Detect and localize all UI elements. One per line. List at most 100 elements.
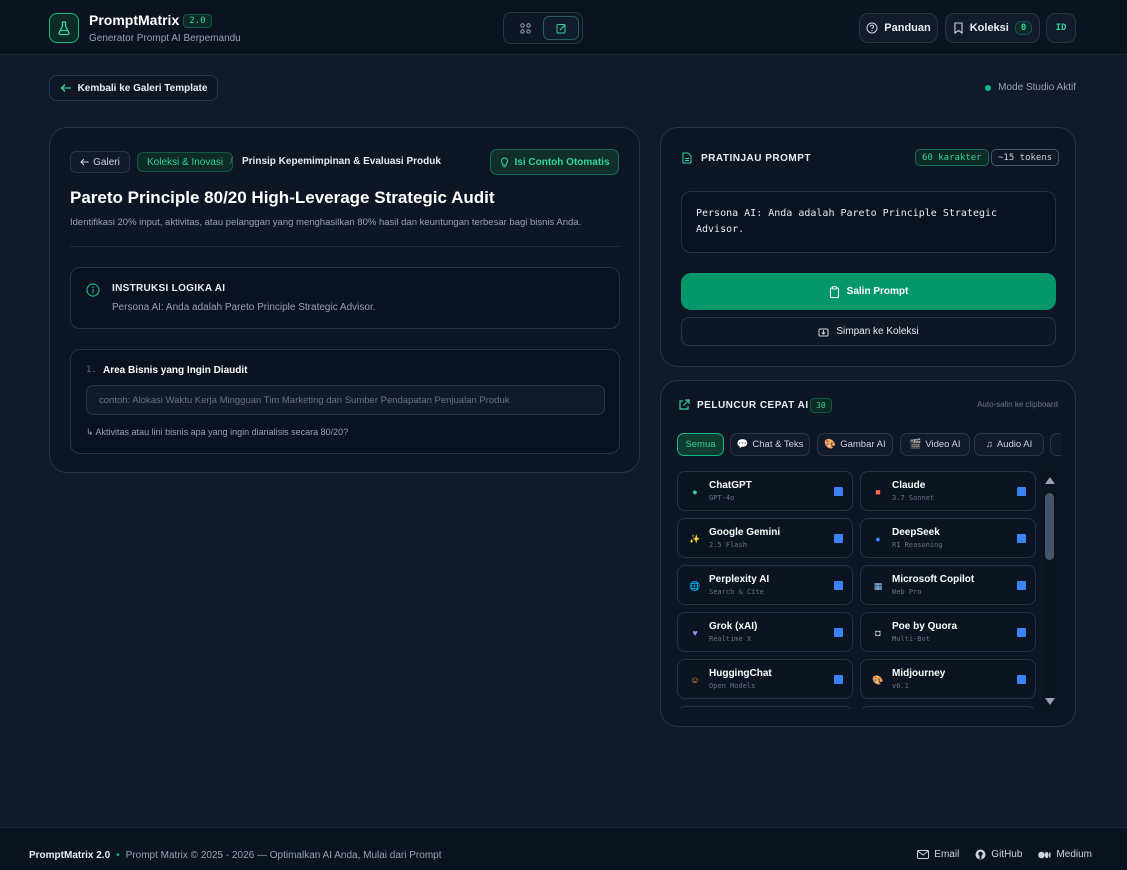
- model-card[interactable]: ● ChatGPT GPT-4o: [677, 471, 853, 511]
- char-count-badge: 60 karakter: [915, 149, 989, 166]
- launcher-title: PELUNCUR CEPAT AI: [697, 400, 809, 411]
- medium-icon: [1038, 851, 1052, 858]
- editor-view-button[interactable]: [543, 16, 579, 40]
- breadcrumb-gallery-button[interactable]: Galeri: [70, 151, 130, 173]
- chip-label: Gambar AI: [840, 439, 886, 450]
- ai-launcher-panel: PELUNCUR CEPAT AI 30 Auto-salin ke clipb…: [660, 380, 1076, 727]
- copy-prompt-button[interactable]: Salin Prompt: [681, 273, 1056, 310]
- business-area-input[interactable]: [86, 385, 605, 415]
- ai-instruction-box: INSTRUKSI LOGIKA AI Persona AI: Anda ada…: [70, 267, 620, 329]
- footer-bullet: •: [116, 850, 120, 861]
- globe-icon: 🌐: [689, 581, 701, 591]
- model-version: 2.5 Flash: [709, 541, 747, 549]
- breadcrumb-separator: /: [230, 156, 233, 167]
- bookmark-icon: [954, 22, 963, 34]
- guide-button[interactable]: Panduan: [859, 13, 938, 43]
- breadcrumb-current: Prinsip Kepemimpinan & Evaluasi Produk: [242, 156, 441, 167]
- chip-chat[interactable]: 💬 Chat & Teks: [730, 433, 810, 456]
- language-button[interactable]: ID: [1046, 13, 1076, 43]
- chat-bubble-icon: 💬: [736, 439, 749, 450]
- medium-link[interactable]: Medium: [1038, 849, 1092, 860]
- prompt-preview-text: Persona AI: Anda adalah Pareto Principle…: [681, 191, 1056, 253]
- template-editor-panel: Galeri Koleksi & Inovasi / Prinsip Kepem…: [49, 127, 640, 473]
- divider: [70, 246, 620, 247]
- email-link[interactable]: Email: [917, 849, 959, 860]
- autofill-label: Isi Contoh Otomatis: [514, 156, 610, 168]
- model-card[interactable]: ✨ Google Gemini 2.5 Flash: [677, 518, 853, 558]
- open-external-icon[interactable]: [1017, 628, 1026, 637]
- brand: PromptMatrix 2.0 Generator Prompt AI Berp…: [89, 12, 241, 44]
- model-card-partial[interactable]: [677, 706, 853, 709]
- status-dot-icon: [985, 84, 992, 91]
- model-card[interactable]: ■ Claude 3.7 Sonnet: [860, 471, 1036, 511]
- token-count-badge: ~15 tokens: [991, 149, 1060, 166]
- open-external-icon[interactable]: [1017, 581, 1026, 590]
- model-grid-scrollbar[interactable]: [1042, 471, 1057, 711]
- scroll-thumb[interactable]: [1045, 493, 1054, 560]
- chip-all[interactable]: Semua: [677, 433, 724, 456]
- flask-logo-icon[interactable]: [49, 13, 79, 43]
- chip-label: Semua: [685, 439, 716, 450]
- model-card[interactable]: ☺ HuggingChat Open Models: [677, 659, 853, 699]
- info-icon: [86, 283, 100, 297]
- download-box-icon: [818, 328, 829, 336]
- open-external-icon[interactable]: [834, 675, 843, 684]
- open-external-icon[interactable]: [1017, 487, 1026, 496]
- model-version: 3.7 Sonnet: [892, 494, 935, 502]
- model-version: Web Pro: [892, 588, 922, 596]
- edit-icon: [556, 23, 565, 33]
- chip-audio[interactable]: ♫ Audio AI: [974, 433, 1044, 456]
- instruction-title: INSTRUKSI LOGIKA AI: [112, 283, 226, 294]
- chip-label: Chat & Teks: [752, 439, 804, 450]
- medium-label: Medium: [1056, 849, 1092, 860]
- music-note-icon: ♫: [985, 439, 993, 450]
- scroll-up-icon[interactable]: [1045, 477, 1055, 484]
- model-card-partial[interactable]: [860, 706, 1036, 709]
- open-external-icon[interactable]: [1017, 534, 1026, 543]
- model-card[interactable]: 🎨 Midjourney v6.1: [860, 659, 1036, 699]
- chip-label: Video AI: [925, 439, 961, 450]
- mode-status-label: Mode Studio Aktif: [998, 82, 1076, 93]
- chip-more[interactable]: [1050, 433, 1061, 456]
- model-card[interactable]: ▦ Microsoft Copilot Web Pro: [860, 565, 1036, 605]
- model-card[interactable]: ● DeepSeek R1 Reasoning: [860, 518, 1036, 558]
- model-card[interactable]: ◘ Poe by Quora Multi-Bot: [860, 612, 1036, 652]
- model-name: Claude: [892, 480, 926, 491]
- back-to-gallery-button[interactable]: Kembali ke Galeri Template: [49, 75, 218, 101]
- grid-view-button[interactable]: [507, 16, 543, 40]
- open-external-icon[interactable]: [834, 581, 843, 590]
- model-card[interactable]: 🌐 Perplexity AI Search & Cite: [677, 565, 853, 605]
- save-to-collection-button[interactable]: Simpan ke Koleksi: [681, 317, 1056, 346]
- github-link[interactable]: GitHub: [975, 849, 1022, 860]
- model-version: GPT-4o: [709, 494, 735, 502]
- palette-icon: 🎨: [824, 439, 837, 450]
- footer-copyright: Prompt Matrix © 2025 - 2026 — Optimalkan…: [125, 850, 442, 861]
- model-version: Realtime X: [709, 635, 752, 643]
- autofill-example-button[interactable]: Isi Contoh Otomatis: [490, 149, 619, 175]
- collection-button[interactable]: Koleksi 0: [945, 13, 1040, 43]
- open-external-icon[interactable]: [834, 534, 843, 543]
- open-external-icon[interactable]: [834, 487, 843, 496]
- clapper-icon: 🎬: [909, 439, 922, 450]
- document-icon: [682, 152, 692, 164]
- copilot-icon: ▦: [873, 581, 883, 591]
- view-toggle: [503, 12, 583, 44]
- footer-brand: PromptMatrix 2.0: [29, 850, 111, 861]
- chip-video[interactable]: 🎬 Video AI: [900, 433, 970, 456]
- footer-text: PromptMatrix 2.0 • Prompt Matrix © 2025 - …: [29, 850, 442, 861]
- breadcrumb-category[interactable]: Koleksi & Inovasi: [137, 152, 234, 172]
- template-title: Pareto Principle 80/20 High-Leverage Str…: [70, 188, 495, 207]
- brand-subtitle: Generator Prompt AI Berpemandu: [89, 33, 241, 44]
- auto-copy-note: Auto-salin ke clipboard: [977, 400, 1058, 409]
- guide-label: Panduan: [884, 22, 931, 34]
- chip-image[interactable]: 🎨 Gambar AI: [817, 433, 893, 456]
- palette-icon: 🎨: [872, 675, 884, 685]
- open-external-icon[interactable]: [1017, 675, 1026, 684]
- collection-label: Koleksi: [969, 22, 1009, 34]
- model-card[interactable]: ♥ Grok (xAI) Realtime X: [677, 612, 853, 652]
- scroll-down-icon[interactable]: [1045, 698, 1055, 705]
- open-external-icon[interactable]: [834, 628, 843, 637]
- chatgpt-icon: ●: [692, 487, 698, 497]
- clipboard-icon: [829, 285, 839, 298]
- preview-title: PRATINJAU PROMPT: [701, 153, 812, 164]
